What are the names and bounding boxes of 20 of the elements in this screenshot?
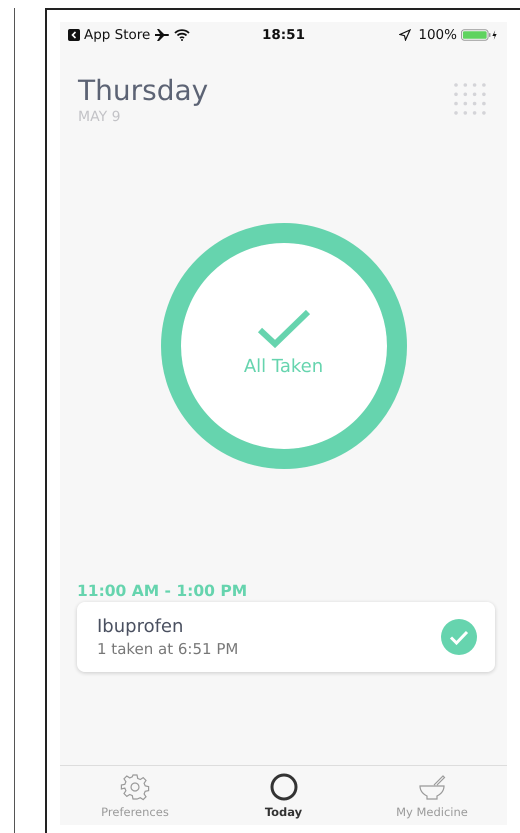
ring-icon bbox=[268, 772, 298, 802]
time-range: 11:00 AM - 1:00 PM bbox=[77, 582, 248, 600]
tab-item[interactable]: Today bbox=[218, 766, 348, 825]
back-icon[interactable] bbox=[68, 29, 80, 41]
medicine-name: Ibuprofen bbox=[97, 615, 184, 639]
grid-dots-icon[interactable] bbox=[453, 82, 487, 116]
taken-check-icon[interactable] bbox=[441, 619, 477, 655]
dose-detail: 1 taken at 6:51 PM bbox=[97, 639, 238, 659]
back-app-label[interactable]: App Store bbox=[84, 27, 150, 43]
location-arrow-icon bbox=[399, 29, 412, 41]
gear-icon bbox=[120, 772, 150, 802]
battery-charging-icon bbox=[460, 29, 499, 41]
dose-card[interactable]: Ibuprofen 1 taken at 6:51 PM bbox=[77, 602, 495, 672]
status-time: 18:51 bbox=[262, 27, 305, 43]
day-title: Thursday bbox=[78, 74, 208, 108]
battery-percent: 100% bbox=[418, 27, 457, 43]
airplane-icon bbox=[154, 28, 170, 42]
wifi-icon bbox=[174, 28, 190, 42]
status-label: All Taken bbox=[244, 356, 324, 376]
checkmark-icon bbox=[256, 308, 310, 348]
